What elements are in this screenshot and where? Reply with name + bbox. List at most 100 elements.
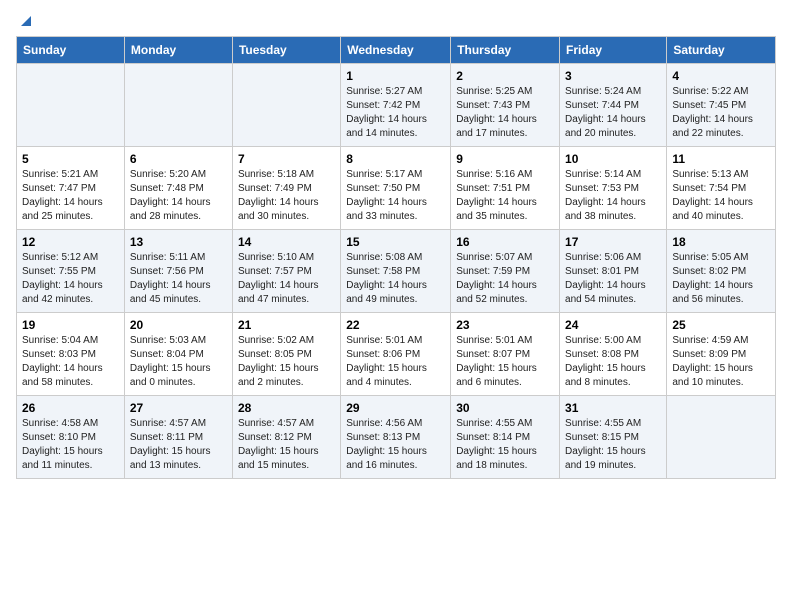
day-detail: Sunrise: 5:01 AM Sunset: 8:07 PM Dayligh… xyxy=(456,334,554,390)
day-detail: Sunrise: 5:08 AM Sunset: 7:58 PM Dayligh… xyxy=(346,251,445,307)
day-number: 2 xyxy=(456,69,554,83)
calendar-cell: 18 Sunrise: 5:05 AM Sunset: 8:02 PM Dayli… xyxy=(667,230,776,313)
calendar-cell: 30 Sunrise: 4:55 AM Sunset: 8:14 PM Dayli… xyxy=(451,396,560,479)
calendar-cell: 27Sunrise: 4:57 AM Sunset: 8:11 PM Dayli… xyxy=(124,396,232,479)
calendar-cell: 9 Sunrise: 5:16 AM Sunset: 7:51 PM Daylig… xyxy=(451,147,560,230)
day-number: 15 xyxy=(346,235,445,249)
logo-triangle-icon xyxy=(17,12,31,26)
day-number: 8 xyxy=(346,152,445,166)
column-header-saturday: Saturday xyxy=(667,37,776,64)
day-number: 13 xyxy=(130,235,227,249)
logo xyxy=(16,16,31,26)
calendar-cell: 24 Sunrise: 5:00 AM Sunset: 8:08 PM Dayli… xyxy=(560,313,667,396)
page-header xyxy=(16,16,776,26)
day-detail: Sunrise: 5:05 AM Sunset: 8:02 PM Dayligh… xyxy=(672,251,770,307)
calendar-week-row: 5 Sunrise: 5:21 AM Sunset: 7:47 PM Daylig… xyxy=(17,147,776,230)
day-detail: Sunrise: 5:22 AM Sunset: 7:45 PM Dayligh… xyxy=(672,85,770,141)
day-number: 7 xyxy=(238,152,335,166)
day-detail: Sunrise: 5:25 AM Sunset: 7:43 PM Dayligh… xyxy=(456,85,554,141)
calendar-cell: 11 Sunrise: 5:13 AM Sunset: 7:54 PM Dayli… xyxy=(667,147,776,230)
column-header-friday: Friday xyxy=(560,37,667,64)
day-number: 12 xyxy=(22,235,119,249)
calendar-cell: 2 Sunrise: 5:25 AM Sunset: 7:43 PM Daylig… xyxy=(451,64,560,147)
calendar-cell xyxy=(232,64,340,147)
day-number: 11 xyxy=(672,152,770,166)
calendar-week-row: 26 Sunrise: 4:58 AM Sunset: 8:10 PM Dayli… xyxy=(17,396,776,479)
calendar-cell: 22 Sunrise: 5:01 AM Sunset: 8:06 PM Dayli… xyxy=(341,313,451,396)
day-detail: Sunrise: 5:02 AM Sunset: 8:05 PM Dayligh… xyxy=(238,334,335,390)
calendar-cell xyxy=(667,396,776,479)
calendar-week-row: 1 Sunrise: 5:27 AM Sunset: 7:42 PM Daylig… xyxy=(17,64,776,147)
day-detail: Sunrise: 5:03 AM Sunset: 8:04 PM Dayligh… xyxy=(130,334,227,390)
day-number: 20 xyxy=(130,318,227,332)
calendar-cell: 16Sunrise: 5:07 AM Sunset: 7:59 PM Dayli… xyxy=(451,230,560,313)
day-number: 31 xyxy=(565,401,661,415)
day-number: 17 xyxy=(565,235,661,249)
day-detail: Sunrise: 4:56 AM Sunset: 8:13 PM Dayligh… xyxy=(346,417,445,473)
calendar-cell: 8 Sunrise: 5:17 AM Sunset: 7:50 PM Daylig… xyxy=(341,147,451,230)
day-detail: Sunrise: 5:17 AM Sunset: 7:50 PM Dayligh… xyxy=(346,168,445,224)
day-number: 24 xyxy=(565,318,661,332)
calendar-cell: 21 Sunrise: 5:02 AM Sunset: 8:05 PM Dayli… xyxy=(232,313,340,396)
column-header-sunday: Sunday xyxy=(17,37,125,64)
day-detail: Sunrise: 5:18 AM Sunset: 7:49 PM Dayligh… xyxy=(238,168,335,224)
calendar-cell: 5 Sunrise: 5:21 AM Sunset: 7:47 PM Daylig… xyxy=(17,147,125,230)
column-header-wednesday: Wednesday xyxy=(341,37,451,64)
calendar-cell: 20 Sunrise: 5:03 AM Sunset: 8:04 PM Dayli… xyxy=(124,313,232,396)
day-detail: Sunrise: 5:21 AM Sunset: 7:47 PM Dayligh… xyxy=(22,168,119,224)
day-number: 1 xyxy=(346,69,445,83)
day-number: 9 xyxy=(456,152,554,166)
day-number: 21 xyxy=(238,318,335,332)
day-number: 27 xyxy=(130,401,227,415)
day-detail: Sunrise: 4:57 AM Sunset: 8:12 PM Dayligh… xyxy=(238,417,335,473)
column-header-monday: Monday xyxy=(124,37,232,64)
day-detail: Sunrise: 5:04 AM Sunset: 8:03 PM Dayligh… xyxy=(22,334,119,390)
day-detail: Sunrise: 5:11 AM Sunset: 7:56 PM Dayligh… xyxy=(130,251,227,307)
day-number: 10 xyxy=(565,152,661,166)
calendar-cell: 26 Sunrise: 4:58 AM Sunset: 8:10 PM Dayli… xyxy=(17,396,125,479)
day-number: 6 xyxy=(130,152,227,166)
day-number: 22 xyxy=(346,318,445,332)
column-header-thursday: Thursday xyxy=(451,37,560,64)
calendar-cell xyxy=(17,64,125,147)
calendar-cell: 10 Sunrise: 5:14 AM Sunset: 7:53 PM Dayli… xyxy=(560,147,667,230)
calendar-cell: 23 Sunrise: 5:01 AM Sunset: 8:07 PM Dayli… xyxy=(451,313,560,396)
day-detail: Sunrise: 5:27 AM Sunset: 7:42 PM Dayligh… xyxy=(346,85,445,141)
day-detail: Sunrise: 4:59 AM Sunset: 8:09 PM Dayligh… xyxy=(672,334,770,390)
day-number: 23 xyxy=(456,318,554,332)
day-number: 26 xyxy=(22,401,119,415)
day-detail: Sunrise: 5:20 AM Sunset: 7:48 PM Dayligh… xyxy=(130,168,227,224)
day-number: 19 xyxy=(22,318,119,332)
day-detail: Sunrise: 5:14 AM Sunset: 7:53 PM Dayligh… xyxy=(565,168,661,224)
day-detail: Sunrise: 4:58 AM Sunset: 8:10 PM Dayligh… xyxy=(22,417,119,473)
calendar-cell: 25 Sunrise: 4:59 AM Sunset: 8:09 PM Dayli… xyxy=(667,313,776,396)
day-number: 14 xyxy=(238,235,335,249)
day-number: 18 xyxy=(672,235,770,249)
calendar-cell: 19 Sunrise: 5:04 AM Sunset: 8:03 PM Dayli… xyxy=(17,313,125,396)
calendar-cell: 1 Sunrise: 5:27 AM Sunset: 7:42 PM Daylig… xyxy=(341,64,451,147)
day-number: 28 xyxy=(238,401,335,415)
calendar-cell: 29Sunrise: 4:56 AM Sunset: 8:13 PM Dayli… xyxy=(341,396,451,479)
day-detail: Sunrise: 5:07 AM Sunset: 7:59 PM Dayligh… xyxy=(456,251,554,307)
day-detail: Sunrise: 5:13 AM Sunset: 7:54 PM Dayligh… xyxy=(672,168,770,224)
calendar-cell: 4Sunrise: 5:22 AM Sunset: 7:45 PM Daylig… xyxy=(667,64,776,147)
day-detail: Sunrise: 4:55 AM Sunset: 8:15 PM Dayligh… xyxy=(565,417,661,473)
day-number: 3 xyxy=(565,69,661,83)
calendar-cell: 17 Sunrise: 5:06 AM Sunset: 8:01 PM Dayli… xyxy=(560,230,667,313)
calendar-cell xyxy=(124,64,232,147)
calendar-table: SundayMondayTuesdayWednesdayThursdayFrid… xyxy=(16,36,776,479)
day-detail: Sunrise: 5:06 AM Sunset: 8:01 PM Dayligh… xyxy=(565,251,661,307)
day-detail: Sunrise: 5:12 AM Sunset: 7:55 PM Dayligh… xyxy=(22,251,119,307)
calendar-cell: 28 Sunrise: 4:57 AM Sunset: 8:12 PM Dayli… xyxy=(232,396,340,479)
day-number: 5 xyxy=(22,152,119,166)
day-detail: Sunrise: 5:00 AM Sunset: 8:08 PM Dayligh… xyxy=(565,334,661,390)
calendar-cell: 6 Sunrise: 5:20 AM Sunset: 7:48 PM Daylig… xyxy=(124,147,232,230)
day-detail: Sunrise: 5:24 AM Sunset: 7:44 PM Dayligh… xyxy=(565,85,661,141)
day-detail: Sunrise: 4:55 AM Sunset: 8:14 PM Dayligh… xyxy=(456,417,554,473)
day-number: 30 xyxy=(456,401,554,415)
calendar-cell: 15 Sunrise: 5:08 AM Sunset: 7:58 PM Dayli… xyxy=(341,230,451,313)
day-number: 25 xyxy=(672,318,770,332)
calendar-week-row: 19 Sunrise: 5:04 AM Sunset: 8:03 PM Dayli… xyxy=(17,313,776,396)
day-detail: Sunrise: 5:01 AM Sunset: 8:06 PM Dayligh… xyxy=(346,334,445,390)
day-detail: Sunrise: 5:16 AM Sunset: 7:51 PM Dayligh… xyxy=(456,168,554,224)
